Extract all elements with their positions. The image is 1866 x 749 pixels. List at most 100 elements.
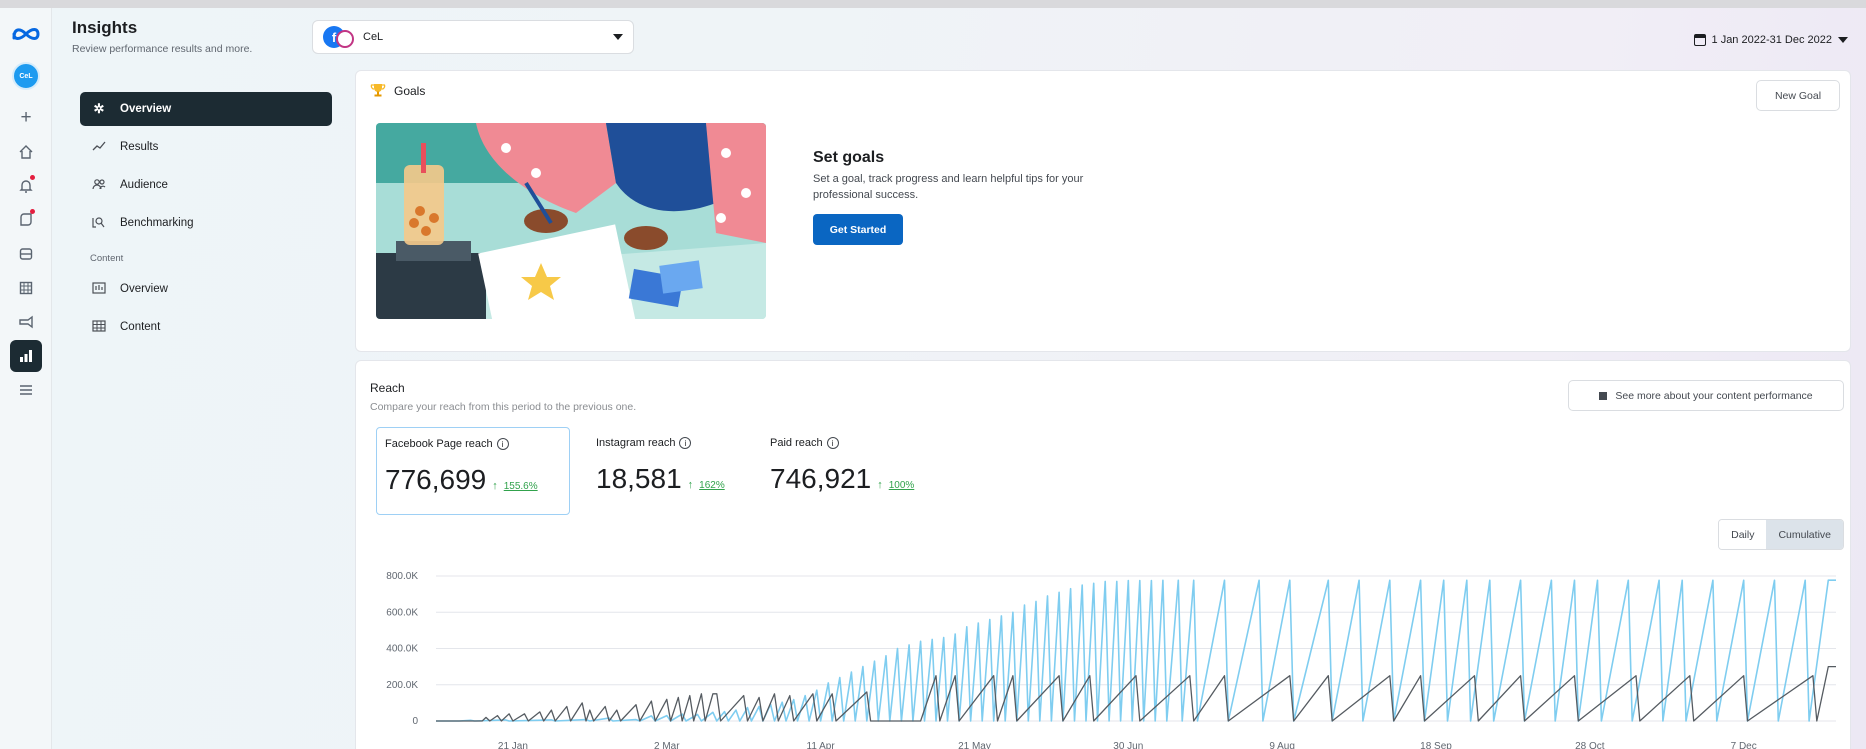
see-more-button[interactable]: See more about your content performance (1568, 380, 1844, 411)
daily-cumulative-toggle: Daily Cumulative (1718, 519, 1844, 550)
see-more-label: See more about your content performance (1615, 389, 1813, 402)
nav-item-label: Overview (120, 103, 172, 115)
y-tick-label: 200.0K (386, 680, 418, 691)
metric-label-text: Facebook Page reach (385, 438, 493, 450)
nav-item-label: Content (120, 321, 161, 333)
account-selector[interactable]: f CeL (312, 20, 634, 54)
toggle-cumulative[interactable]: Cumulative (1766, 520, 1843, 549)
nav-section-content: Content (90, 252, 124, 264)
get-started-button[interactable]: Get Started (813, 214, 903, 245)
account-name: CeL (363, 31, 384, 43)
trend-icon (90, 140, 108, 155)
x-tick-label: 9 Aug (1269, 741, 1295, 749)
sparkle-icon: ✲ (93, 101, 105, 116)
set-goals-heading: Set goals (813, 149, 885, 166)
reach-title: Reach (370, 381, 405, 395)
calendar-icon (1693, 34, 1706, 46)
metric-value: 746,921 (770, 463, 872, 494)
metric-label: Instagram reach i (596, 437, 740, 449)
metric-row: 18,581 ↑ 162% (596, 463, 740, 495)
arrow-up-icon: ↑ (877, 479, 883, 491)
metric-label: Paid reach i (770, 437, 944, 449)
y-tick-label: 400.0K (386, 644, 418, 655)
metric-label-text: Paid reach (770, 437, 823, 449)
insights-nav: ✲ Overview Results Audience Benchmarking… (80, 92, 332, 348)
chevron-down-icon (613, 34, 623, 40)
planner-icon[interactable] (10, 272, 42, 304)
meta-logo-icon[interactable] (10, 18, 42, 50)
nav-item-label: Audience (120, 179, 168, 191)
insights-app: CeL + Insights Review performance result… (0, 8, 1866, 749)
inbox-icon[interactable] (10, 238, 42, 270)
table-icon (90, 319, 108, 335)
info-icon[interactable]: i (679, 437, 692, 449)
date-range-label: 1 Jan 2022-31 Dec 2022 (1711, 34, 1832, 46)
metric-row: 746,921 ↑ 100% (770, 463, 944, 495)
left-rail: CeL + (0, 8, 52, 749)
nav-item-label: Overview (120, 283, 168, 295)
arrow-up-icon: ↑ (492, 480, 498, 492)
home-icon[interactable] (10, 136, 42, 168)
trophy-icon (370, 84, 386, 97)
ads-icon[interactable] (10, 306, 42, 338)
info-icon[interactable]: i (826, 437, 839, 449)
metric-value: 776,699 (385, 464, 487, 495)
new-goal-button[interactable]: New Goal (1756, 80, 1840, 111)
series-line-current (436, 579, 1836, 722)
instagram-icon (336, 30, 354, 48)
notifications-icon[interactable] (10, 170, 42, 202)
toggle-daily[interactable]: Daily (1719, 520, 1767, 549)
reach-chart: 0 200.0K 400.0K 600.0K 800.0K 21 Jan 2 Mar 11 A… (386, 571, 1836, 749)
nav-item-results[interactable]: Results (80, 130, 332, 164)
x-tick-label: 11 Apr (807, 741, 836, 749)
nav-item-audience[interactable]: Audience (80, 168, 332, 202)
people-icon (90, 178, 108, 193)
insights-icon[interactable] (10, 340, 42, 372)
nav-item-benchmarking[interactable]: Benchmarking (80, 206, 332, 240)
x-tick-label: 21 Jan (498, 741, 528, 749)
goals-title: Goals (394, 84, 426, 98)
content-performance-icon (1599, 391, 1608, 400)
avatar: CeL (12, 62, 40, 90)
y-tick-label: 0 (412, 716, 418, 727)
reach-card: Reach Compare your reach from this perio… (355, 360, 1851, 749)
chevron-down-icon (1838, 37, 1848, 43)
content-overview-icon (90, 281, 108, 297)
set-goals-description: Set a goal, track progress and learn hel… (813, 173, 1084, 201)
nav-item-content[interactable]: Content (80, 310, 332, 344)
activity-icon[interactable] (10, 204, 42, 236)
metric-row: 776,699 ↑ 155.6% (385, 464, 561, 496)
page-title: Insights (72, 18, 138, 37)
metric-label-text: Instagram reach (596, 437, 676, 449)
metric-label: Facebook Page reach i (385, 438, 561, 450)
goals-card: Goals New Goal Set goals Set a goal, tra… (355, 70, 1851, 352)
reach-subtitle: Compare your reach from this period to t… (370, 401, 637, 413)
benchmark-icon (90, 216, 108, 231)
nav-item-label: Benchmarking (120, 217, 194, 229)
y-tick-label: 800.0K (386, 571, 418, 582)
account-icons: f (323, 26, 357, 48)
page-subtitle: Review performance results and more. (72, 43, 253, 55)
metric-paid-reach[interactable]: Paid reach i 746,921 ↑ 100% (762, 427, 952, 515)
metric-facebook-reach[interactable]: Facebook Page reach i 776,699 ↑ 155.6% (376, 427, 570, 515)
metric-change[interactable]: 155.6% (504, 481, 538, 492)
metric-change[interactable]: 162% (699, 480, 725, 491)
series-line-previous (436, 665, 1836, 722)
info-icon[interactable]: i (496, 438, 509, 450)
x-tick-label: 21 May (958, 741, 991, 749)
metric-change[interactable]: 100% (889, 480, 915, 491)
nav-item-content-overview[interactable]: Overview (80, 272, 332, 306)
metric-instagram-reach[interactable]: Instagram reach i 18,581 ↑ 162% (588, 427, 748, 515)
goals-illustration (376, 123, 766, 319)
menu-icon[interactable] (10, 374, 42, 406)
x-tick-label: 30 Jun (1113, 741, 1143, 749)
arrow-up-icon: ↑ (687, 479, 694, 491)
metric-value: 18,581 (596, 463, 682, 494)
create-icon[interactable]: + (10, 102, 42, 134)
nav-item-overview[interactable]: ✲ Overview (80, 92, 332, 126)
x-tick-label: 28 Oct (1575, 741, 1605, 749)
account-avatar[interactable]: CeL (10, 60, 42, 92)
x-tick-label: 2 Mar (654, 741, 680, 749)
x-tick-label: 7 Dec (1731, 741, 1757, 749)
date-range-picker[interactable]: 1 Jan 2022-31 Dec 2022 (1693, 34, 1848, 46)
